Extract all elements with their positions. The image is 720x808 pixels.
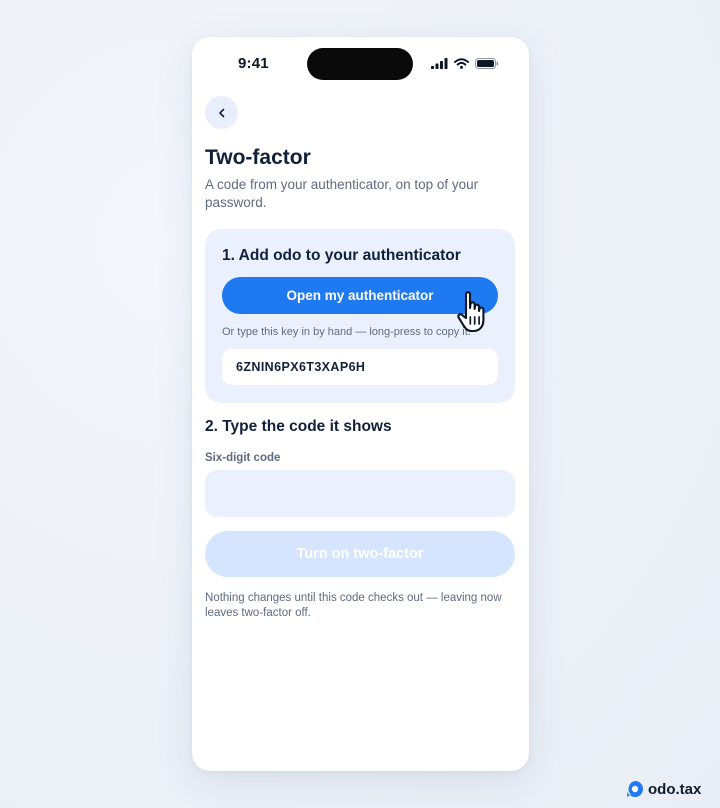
status-icons — [431, 58, 499, 69]
signal-icon — [431, 58, 448, 69]
phone-screen: 9:41 Two-factor A code from your authent… — [192, 37, 529, 771]
manual-key-hint: Or type this key in by hand — long-press… — [222, 326, 471, 338]
footnote: Nothing changes until this code checks o… — [205, 592, 502, 619]
back-button[interactable] — [205, 96, 238, 129]
odo-logo-icon — [627, 781, 643, 797]
chevron-left-icon — [218, 108, 224, 117]
code-field-label: Six-digit code — [205, 452, 281, 464]
step1-heading: 1. Add odo to your authenticator — [222, 247, 461, 264]
turn-on-two-factor-button[interactable]: Turn on two-factor — [205, 531, 515, 577]
page-subtitle: A code from your authenticator, on top o… — [205, 177, 479, 210]
add-authenticator-card: 1. Add odo to your authenticator Open my… — [205, 229, 515, 403]
dynamic-island — [307, 48, 413, 80]
brand-name: odo.tax — [648, 780, 702, 798]
step2-heading: 2. Type the code it shows — [205, 418, 392, 435]
code-input[interactable] — [205, 470, 515, 517]
wifi-icon — [454, 58, 469, 69]
open-authenticator-button[interactable]: Open my authenticator — [222, 277, 498, 314]
status-time: 9:41 — [238, 55, 269, 72]
page-title: Two-factor — [205, 146, 311, 169]
secret-key-field[interactable]: 6ZNIN6PX6T3XAP6H — [222, 349, 498, 385]
brand-logo: odo.tax — [626, 780, 701, 798]
battery-icon — [475, 58, 499, 69]
